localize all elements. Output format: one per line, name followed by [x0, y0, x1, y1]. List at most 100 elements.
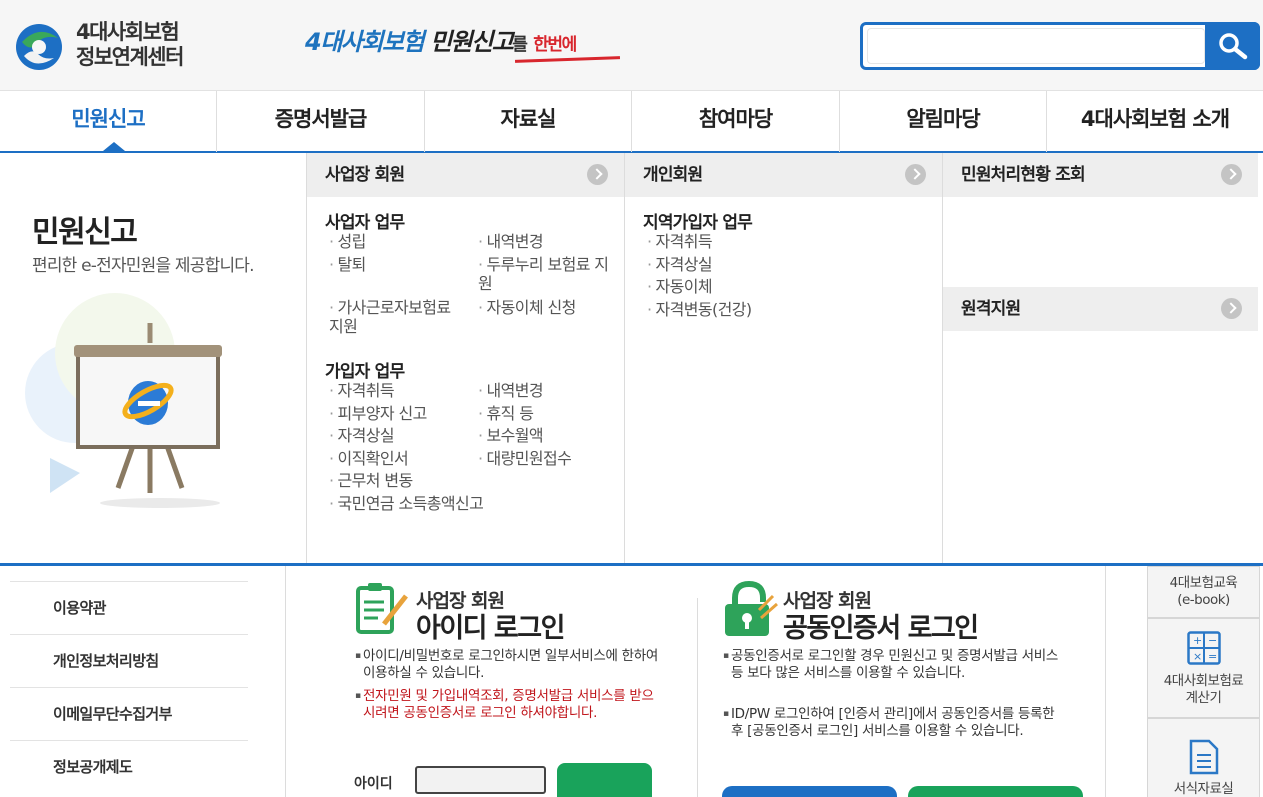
group-title-business-work: 사업자 업무 [325, 213, 405, 233]
menu-head-status[interactable]: 민원처리현황 조회 [943, 153, 1258, 197]
divider [1105, 566, 1106, 797]
search-icon [1219, 33, 1248, 60]
site-logo[interactable]: 4대사회보험 정보연계센터 [14, 20, 204, 74]
menu-head-remote[interactable]: 원격지원 [943, 287, 1258, 331]
menu-link-regional-health-change[interactable]: 자격변동(건강) [647, 300, 753, 319]
quick-item-forms[interactable]: 서식자료실 [1147, 718, 1260, 797]
menu-link-separation[interactable]: 이직확인서 [329, 449, 409, 468]
id-label: 아이디 [354, 776, 393, 792]
footer-link-disclosure[interactable]: 정보공개제도 [10, 740, 248, 793]
footer-link-terms[interactable]: 이용약관 [10, 581, 248, 634]
nav-item-notice[interactable]: 알림마당 [840, 91, 1047, 152]
cert-login-title: 공동인증서 로그인 [783, 613, 979, 644]
id-login-notice: 아이디/비밀번호로 로그인하시면 일부서비스에 한하여 이용하실 수 있습니다. [355, 648, 673, 682]
divider [285, 566, 286, 797]
id-login-warning: 전자민원 및 가입내역조회, 증명서발급 서비스를 받으시려면 공동인증서로 로… [355, 688, 663, 722]
nav-item-about[interactable]: 4대사회보험 소개 [1047, 91, 1263, 152]
divider [697, 598, 698, 797]
logo-mark-icon [16, 24, 62, 70]
nav-item-participation[interactable]: 참여마당 [632, 91, 840, 152]
slogan-underline [514, 56, 621, 63]
menu-link-regional-lose[interactable]: 자격상실 [647, 255, 713, 274]
login-button[interactable]: 로그인 [557, 763, 652, 797]
svg-text:=: = [1208, 650, 1217, 663]
menu-link-pension-income[interactable]: 국민연금 소득총액신고 [329, 494, 484, 513]
arrow-right-icon[interactable] [1221, 164, 1242, 185]
arrow-right-icon[interactable] [1221, 298, 1242, 319]
presentation-board-illustration [25, 293, 222, 508]
menu-link-dependent[interactable]: 피부양자 신고 [329, 404, 428, 423]
arrow-right-icon[interactable] [587, 164, 608, 185]
menu-column-personal: 개인회원 지역가입자 업무 자격취득 자격상실 자동이체 자격변동(건강) [624, 153, 942, 563]
slogan-part1: 4대사회보험 [305, 28, 425, 56]
id-input[interactable] [415, 766, 546, 794]
quick-item-ebook[interactable]: 4대보험교육 (e-book) [1147, 566, 1260, 618]
quick-item-forms-label: 서식자료실 [1173, 781, 1234, 797]
quick-item-calculator[interactable]: + − × = 4대사회보험료 계산기 [1147, 618, 1260, 718]
svg-text:+: + [1193, 634, 1202, 647]
slogan: 4대사회보험 민원신고를 한번에 [305, 22, 621, 66]
cert-login-notice: 공동인증서로 로그인할 경우 민원신고 및 증명서발급 서비스 등 보다 많은 … [723, 648, 1061, 682]
group-title-member-work: 가입자 업무 [325, 362, 405, 382]
menu-link-leave[interactable]: 휴직 등 [478, 404, 534, 423]
menu-link-change[interactable]: 내역변경 [478, 232, 544, 251]
lock-icon [725, 580, 778, 636]
menu-link-establish[interactable]: 성립 [329, 232, 367, 251]
menu-link-domestic-worker[interactable]: 가사근로자보험료지원 [329, 298, 464, 336]
mega-menu: 민원신고 편리한 e-전자민원을 제공합니다. 사업장 회원 사업자 업무 성립… [0, 153, 1263, 563]
active-nav-caret [103, 142, 125, 151]
menu-link-durunuri[interactable]: 두루누리 보험료 지원 [478, 255, 613, 293]
document-icon [1189, 739, 1218, 775]
mega-menu-intro: 민원신고 편리한 e-전자민원을 제공합니다. [0, 153, 306, 563]
slogan-part3: 를 [512, 35, 528, 55]
search-box [860, 22, 1260, 70]
menu-column-business: 사업장 회원 사업자 업무 성립 내역변경 탈퇴 두루누리 보험료 지원 가사근… [306, 153, 624, 563]
menu-link-autopay-apply[interactable]: 자동이체 신청 [478, 298, 577, 317]
mega-title: 민원신고 [32, 215, 138, 250]
header: 4대사회보험 정보연계센터 4대사회보험 민원신고를 한번에 [0, 0, 1263, 90]
menu-column-status: 민원처리현황 조회 원격지원 [942, 153, 1258, 563]
slogan-part2: 민원신고 [429, 28, 514, 56]
main-nav: 민원신고 증명서발급 자료실 참여마당 알림마당 4대사회보험 소개 [0, 90, 1263, 153]
logo-line2: 정보연계센터 [76, 45, 184, 69]
calculator-icon: + − × = [1186, 631, 1221, 665]
nav-item-library[interactable]: 자료실 [425, 91, 632, 152]
footer-links: 이용약관 개인정보처리방침 이메일무단수집거부 정보공개제도 [10, 581, 248, 793]
menu-head-personal-label: 개인회원 [643, 165, 703, 185]
quick-item-calculator-label: 4대사회보험료 계산기 [1163, 673, 1244, 706]
nav-item-certificate[interactable]: 증명서발급 [217, 91, 425, 152]
menu-link-acquire[interactable]: 자격취득 [329, 381, 395, 400]
menu-head-business[interactable]: 사업장 회원 [307, 153, 624, 197]
slogan-part4: 한번에 [533, 35, 577, 55]
svg-text:−: − [1208, 634, 1217, 647]
cert-login-button[interactable] [722, 786, 897, 797]
id-login-title: 아이디 로그인 [416, 613, 565, 644]
menu-link-workplace-change[interactable]: 근무처 변동 [329, 471, 414, 490]
cert-register-button[interactable] [908, 786, 1083, 797]
footer-link-privacy[interactable]: 개인정보처리방침 [10, 634, 248, 687]
footer-link-email-refusal[interactable]: 이메일무단수집거부 [10, 687, 248, 740]
logo-text: 4대사회보험 정보연계센터 [76, 20, 184, 70]
arrow-right-icon[interactable] [905, 164, 926, 185]
menu-link-salary[interactable]: 보수월액 [478, 426, 544, 445]
svg-text:×: × [1193, 650, 1202, 663]
menu-head-remote-label: 원격지원 [961, 299, 1021, 319]
menu-link-bulk[interactable]: 대량민원접수 [478, 449, 572, 468]
menu-head-personal[interactable]: 개인회원 [625, 153, 942, 197]
logo-line1: 4대사회보험 [76, 20, 180, 44]
cert-login-guide: ID/PW 로그인하여 [인증서 관리]에서 공동인증서를 등록한 후 [공동인… [723, 706, 1061, 740]
search-button[interactable] [1205, 22, 1260, 70]
menu-link-regional-acquire[interactable]: 자격취득 [647, 232, 713, 251]
mega-subtitle: 편리한 e-전자민원을 제공합니다. [32, 256, 255, 276]
menu-link-lose[interactable]: 자격상실 [329, 426, 395, 445]
group-title-regional-work: 지역가입자 업무 [643, 213, 753, 233]
menu-head-business-label: 사업장 회원 [325, 165, 405, 185]
bottom-section: 이용약관 개인정보처리방침 이메일무단수집거부 정보공개제도 사업장 회원 아이… [0, 563, 1263, 797]
menu-link-regional-autopay[interactable]: 자동이체 [647, 277, 713, 296]
menu-link-member-change[interactable]: 내역변경 [478, 381, 544, 400]
menu-link-withdraw[interactable]: 탈퇴 [329, 255, 367, 274]
menu-head-status-label: 민원처리현황 조회 [961, 165, 1086, 185]
quick-menu: 4대보험교육 (e-book) + − × = 4대사회보험료 계산기 서식자료… [1147, 566, 1260, 797]
search-input[interactable] [867, 28, 1205, 64]
document-pencil-icon [356, 583, 408, 634]
